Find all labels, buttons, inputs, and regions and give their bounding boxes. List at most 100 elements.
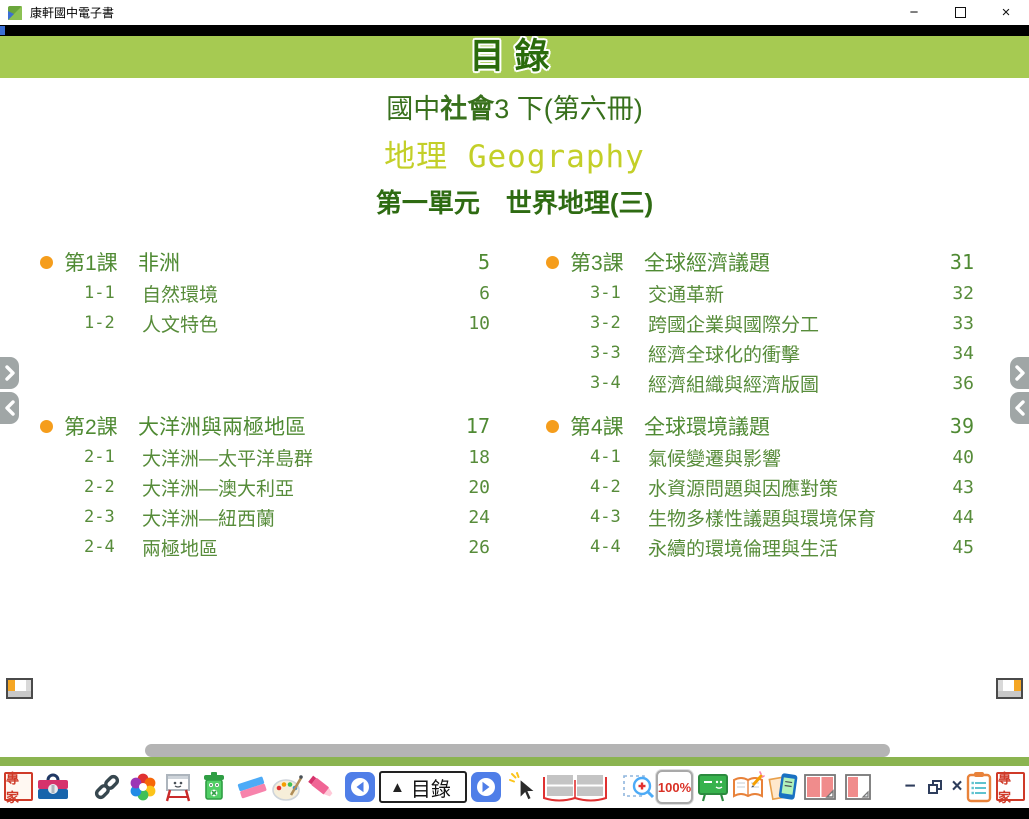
left-edge-prev-arrow-button[interactable]: [0, 392, 19, 424]
page-corner-orange-strip: [1014, 680, 1021, 691]
toc-column-left: 第1課 非洲 5 1-1 自然環境 6 1-2 人文特色 10: [40, 246, 490, 562]
sub-number: 4-1: [590, 447, 648, 467]
toc-sub-row[interactable]: 2-1 大洋洲—太平洋島群 18: [40, 442, 490, 472]
lesson-number: 第4課: [570, 411, 644, 441]
toc-sub-row[interactable]: 2-2 大洋洲—澳大利亞 20: [40, 472, 490, 502]
resources-flower-button[interactable]: [127, 771, 159, 803]
toc-sub-row[interactable]: 3-3 經濟全球化的衝擊 34: [546, 338, 974, 368]
page-number: 32: [932, 283, 974, 304]
open-book-view-button[interactable]: [542, 770, 608, 804]
chalkboard-icon: [697, 773, 729, 802]
toc-sub-row[interactable]: 4-3 生物多樣性議題與環境保育 44: [546, 502, 974, 532]
sub-title: 大洋洲—紐西蘭: [142, 504, 448, 531]
expert-mode-button-left[interactable]: 專家: [4, 772, 33, 801]
page-corner-right-button[interactable]: [996, 678, 1023, 699]
toc-section-lesson2: 第2課 大洋洲與兩極地區 17 2-1 大洋洲—太平洋島群 18 2-2 大洋洲…: [40, 410, 490, 562]
toc-sub-row[interactable]: 3-4 經濟組織與經濟版圖 36: [546, 368, 974, 398]
lesson-number: 第3課: [570, 247, 644, 277]
lesson-number: 第2課: [64, 411, 138, 441]
right-edge-next-arrow-button[interactable]: [1010, 357, 1029, 389]
page-number: 39: [932, 414, 974, 438]
toc-lesson-row[interactable]: 第4課 全球環境議題 39: [546, 410, 974, 442]
sub-number: 1-1: [84, 283, 142, 303]
mobile-device-button[interactable]: [768, 771, 800, 803]
sub-title: 自然環境: [142, 280, 448, 307]
toc-sub-row[interactable]: 3-2 跨國企業與國際分工 33: [546, 308, 974, 338]
next-page-button[interactable]: [471, 772, 501, 802]
book-title-pre: 國中: [386, 94, 440, 124]
zoom-area-button[interactable]: [622, 771, 656, 803]
toolbar-minimize-button[interactable]: −: [900, 772, 920, 802]
device-book-icon: [768, 771, 800, 803]
zoom-level-button[interactable]: 100%: [656, 770, 693, 804]
lesson-title: 全球經濟議題: [644, 247, 932, 277]
highlighter-button[interactable]: [307, 772, 337, 802]
bottom-black-strip: [0, 808, 1029, 819]
toc-sub-row[interactable]: 1-2 人文特色 10: [40, 308, 490, 338]
chevron-left-icon: [4, 400, 16, 416]
toc-lesson-row[interactable]: 第1課 非洲 5: [40, 246, 490, 278]
sub-number: 2-2: [84, 477, 142, 497]
notes-clipboard-button[interactable]: [966, 771, 992, 803]
expert-mode-button-right[interactable]: 專家: [996, 772, 1025, 801]
window-minimize-button[interactable]: −: [891, 0, 937, 25]
page-corner-bottom-strip: [998, 691, 1021, 697]
link-icon: [92, 772, 122, 802]
eraser-button[interactable]: [236, 772, 268, 802]
page-number: 43: [932, 477, 974, 498]
toc-sub-row[interactable]: 2-4 兩極地區 26: [40, 532, 490, 562]
right-edge-prev-arrow-button[interactable]: [1010, 392, 1029, 424]
link-button[interactable]: [92, 772, 122, 802]
sub-number: 3-3: [590, 343, 648, 363]
book-title: 國中社會3 下(第六冊): [0, 87, 1029, 126]
highlighter-icon: [307, 772, 337, 802]
workbook-pencil-icon: [731, 771, 765, 803]
easel-button[interactable]: [162, 771, 194, 803]
left-edge-next-arrow-button[interactable]: [0, 357, 19, 389]
window-close-button[interactable]: ×: [983, 0, 1029, 25]
toolbar-close-button[interactable]: ×: [948, 772, 966, 802]
toc-lesson-row[interactable]: 第2課 大洋洲與兩極地區 17: [40, 410, 490, 442]
page-title: 目錄: [0, 36, 1029, 78]
maximize-icon: [955, 7, 966, 18]
toc-sub-row[interactable]: 2-3 大洋洲—紐西蘭 24: [40, 502, 490, 532]
restore-windows-icon: [928, 780, 942, 794]
sub-title: 交通革新: [648, 280, 932, 307]
subject-line: 地理 Geography: [0, 131, 1029, 176]
trash-robot-icon: [199, 771, 229, 803]
page-corner-bottom-strip: [8, 691, 31, 697]
book-title-post: 3 下(第六冊): [494, 94, 643, 124]
sub-title: 生物多樣性議題與環境保育: [648, 504, 932, 531]
cursor-tool-button[interactable]: [508, 771, 540, 803]
page-selector[interactable]: ▲ 目錄: [379, 771, 467, 803]
trash-robot-button[interactable]: [199, 771, 229, 803]
chevron-right-icon: [4, 365, 16, 381]
book-title-subject: 社會: [440, 94, 494, 124]
sub-number: 2-3: [84, 507, 142, 527]
toc-sub-row[interactable]: 3-1 交通革新 32: [546, 278, 974, 308]
toolbar-restore-button[interactable]: [923, 772, 947, 802]
single-page-view-button[interactable]: [843, 772, 873, 802]
toc-sub-row[interactable]: 1-1 自然環境 6: [40, 278, 490, 308]
chalkboard-button[interactable]: [697, 773, 729, 802]
toc-sub-row[interactable]: 4-4 永續的環境倫理與生活 45: [546, 532, 974, 562]
toc-sub-row[interactable]: 4-1 氣候變遷與影響 40: [546, 442, 974, 472]
page-header: 目錄: [0, 36, 1029, 78]
toc-lesson-row[interactable]: 第3課 全球經濟議題 31: [546, 246, 974, 278]
double-page-view-button[interactable]: [803, 772, 837, 802]
toolbox-button[interactable]: [36, 771, 70, 803]
workbook-button[interactable]: [731, 771, 765, 803]
prev-page-button[interactable]: [345, 772, 375, 802]
page-number: 33: [932, 313, 974, 334]
page-corner-left-button[interactable]: [6, 678, 33, 699]
page-number: 45: [932, 537, 974, 558]
window-maximize-button[interactable]: [937, 0, 983, 25]
toc-section-lesson4: 第4課 全球環境議題 39 4-1 氣候變遷與影響 40 4-2 水資源問題與因…: [546, 410, 974, 562]
up-triangle-icon: ▲: [390, 779, 405, 796]
toc-sub-row[interactable]: 4-2 水資源問題與因應對策 43: [546, 472, 974, 502]
table-of-contents: 第1課 非洲 5 1-1 自然環境 6 1-2 人文特色 10: [0, 246, 1029, 562]
horizontal-scrollbar[interactable]: [145, 744, 890, 757]
sub-title: 人文特色: [142, 310, 448, 337]
palette-button[interactable]: [271, 771, 303, 803]
page-corner-orange-strip: [8, 680, 15, 691]
